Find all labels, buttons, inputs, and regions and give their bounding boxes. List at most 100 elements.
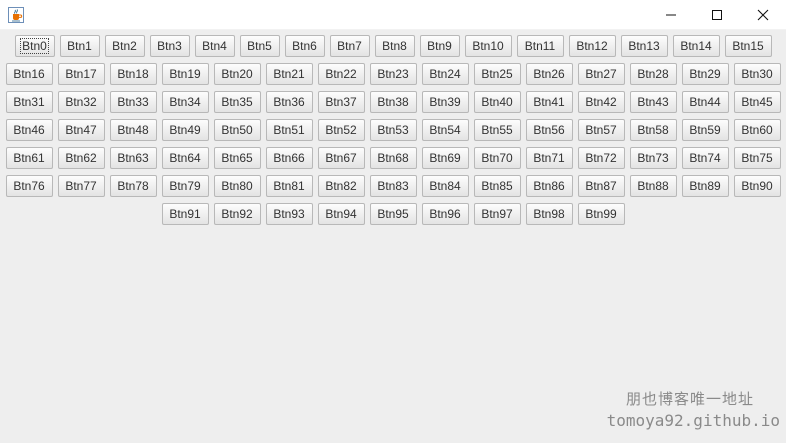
button-btn97[interactable]: Btn97 — [473, 203, 521, 225]
button-btn51[interactable]: Btn51 — [265, 119, 313, 141]
button-btn24[interactable]: Btn24 — [421, 63, 469, 85]
button-btn8[interactable]: Btn8 — [374, 35, 415, 57]
button-btn72[interactable]: Btn72 — [577, 147, 625, 169]
button-btn45[interactable]: Btn45 — [733, 91, 781, 113]
button-btn32[interactable]: Btn32 — [57, 91, 105, 113]
button-btn21[interactable]: Btn21 — [265, 63, 313, 85]
button-btn81[interactable]: Btn81 — [265, 175, 313, 197]
button-btn12[interactable]: Btn12 — [568, 35, 616, 57]
button-btn6[interactable]: Btn6 — [284, 35, 325, 57]
button-btn96[interactable]: Btn96 — [421, 203, 469, 225]
button-btn15[interactable]: Btn15 — [724, 35, 772, 57]
button-btn78[interactable]: Btn78 — [109, 175, 157, 197]
button-btn62[interactable]: Btn62 — [57, 147, 105, 169]
button-btn53[interactable]: Btn53 — [369, 119, 417, 141]
button-btn55[interactable]: Btn55 — [473, 119, 521, 141]
button-btn71[interactable]: Btn71 — [525, 147, 573, 169]
button-btn46[interactable]: Btn46 — [5, 119, 53, 141]
button-btn98[interactable]: Btn98 — [525, 203, 573, 225]
button-btn84[interactable]: Btn84 — [421, 175, 469, 197]
button-btn17[interactable]: Btn17 — [57, 63, 105, 85]
button-btn90[interactable]: Btn90 — [733, 175, 781, 197]
button-btn85[interactable]: Btn85 — [473, 175, 521, 197]
button-btn43[interactable]: Btn43 — [629, 91, 677, 113]
button-btn89[interactable]: Btn89 — [681, 175, 729, 197]
button-btn14[interactable]: Btn14 — [672, 35, 720, 57]
button-btn19[interactable]: Btn19 — [161, 63, 209, 85]
button-btn35[interactable]: Btn35 — [213, 91, 261, 113]
button-btn68[interactable]: Btn68 — [369, 147, 417, 169]
button-btn31[interactable]: Btn31 — [5, 91, 53, 113]
button-btn54[interactable]: Btn54 — [421, 119, 469, 141]
button-btn70[interactable]: Btn70 — [473, 147, 521, 169]
button-btn29[interactable]: Btn29 — [681, 63, 729, 85]
button-btn63[interactable]: Btn63 — [109, 147, 157, 169]
button-btn7[interactable]: Btn7 — [329, 35, 370, 57]
button-btn25[interactable]: Btn25 — [473, 63, 521, 85]
close-button[interactable] — [740, 0, 786, 30]
button-btn10[interactable]: Btn10 — [464, 35, 512, 57]
button-btn94[interactable]: Btn94 — [317, 203, 365, 225]
button-btn39[interactable]: Btn39 — [421, 91, 469, 113]
button-btn73[interactable]: Btn73 — [629, 147, 677, 169]
button-btn83[interactable]: Btn83 — [369, 175, 417, 197]
button-btn4[interactable]: Btn4 — [194, 35, 235, 57]
button-btn28[interactable]: Btn28 — [629, 63, 677, 85]
button-btn44[interactable]: Btn44 — [681, 91, 729, 113]
button-btn2[interactable]: Btn2 — [104, 35, 145, 57]
button-btn20[interactable]: Btn20 — [213, 63, 261, 85]
button-btn48[interactable]: Btn48 — [109, 119, 157, 141]
button-btn56[interactable]: Btn56 — [525, 119, 573, 141]
button-btn33[interactable]: Btn33 — [109, 91, 157, 113]
button-btn27[interactable]: Btn27 — [577, 63, 625, 85]
button-btn30[interactable]: Btn30 — [733, 63, 781, 85]
button-btn95[interactable]: Btn95 — [369, 203, 417, 225]
button-btn61[interactable]: Btn61 — [5, 147, 53, 169]
button-btn80[interactable]: Btn80 — [213, 175, 261, 197]
minimize-button[interactable] — [648, 0, 694, 30]
button-btn74[interactable]: Btn74 — [681, 147, 729, 169]
button-btn18[interactable]: Btn18 — [109, 63, 157, 85]
java-cup-icon[interactable] — [8, 6, 24, 23]
button-btn13[interactable]: Btn13 — [620, 35, 668, 57]
button-btn52[interactable]: Btn52 — [317, 119, 365, 141]
button-btn87[interactable]: Btn87 — [577, 175, 625, 197]
button-btn92[interactable]: Btn92 — [213, 203, 261, 225]
button-btn82[interactable]: Btn82 — [317, 175, 365, 197]
button-btn76[interactable]: Btn76 — [5, 175, 53, 197]
button-btn5[interactable]: Btn5 — [239, 35, 280, 57]
button-btn42[interactable]: Btn42 — [577, 91, 625, 113]
button-btn58[interactable]: Btn58 — [629, 119, 677, 141]
button-btn16[interactable]: Btn16 — [5, 63, 53, 85]
button-btn69[interactable]: Btn69 — [421, 147, 469, 169]
button-btn93[interactable]: Btn93 — [265, 203, 313, 225]
button-btn65[interactable]: Btn65 — [213, 147, 261, 169]
button-btn86[interactable]: Btn86 — [525, 175, 573, 197]
maximize-button[interactable] — [694, 0, 740, 30]
button-btn75[interactable]: Btn75 — [733, 147, 781, 169]
button-btn57[interactable]: Btn57 — [577, 119, 625, 141]
button-btn66[interactable]: Btn66 — [265, 147, 313, 169]
button-btn79[interactable]: Btn79 — [161, 175, 209, 197]
button-btn0[interactable]: Btn0 — [14, 35, 55, 57]
button-btn49[interactable]: Btn49 — [161, 119, 209, 141]
button-btn50[interactable]: Btn50 — [213, 119, 261, 141]
button-btn38[interactable]: Btn38 — [369, 91, 417, 113]
button-btn26[interactable]: Btn26 — [525, 63, 573, 85]
button-btn37[interactable]: Btn37 — [317, 91, 365, 113]
button-btn59[interactable]: Btn59 — [681, 119, 729, 141]
button-btn99[interactable]: Btn99 — [577, 203, 625, 225]
button-btn1[interactable]: Btn1 — [59, 35, 100, 57]
button-btn11[interactable]: Btn11 — [516, 35, 564, 57]
button-btn41[interactable]: Btn41 — [525, 91, 573, 113]
button-btn22[interactable]: Btn22 — [317, 63, 365, 85]
button-btn88[interactable]: Btn88 — [629, 175, 677, 197]
button-btn3[interactable]: Btn3 — [149, 35, 190, 57]
button-btn60[interactable]: Btn60 — [733, 119, 781, 141]
button-btn77[interactable]: Btn77 — [57, 175, 105, 197]
button-btn64[interactable]: Btn64 — [161, 147, 209, 169]
button-btn36[interactable]: Btn36 — [265, 91, 313, 113]
button-btn91[interactable]: Btn91 — [161, 203, 209, 225]
button-btn47[interactable]: Btn47 — [57, 119, 105, 141]
button-btn34[interactable]: Btn34 — [161, 91, 209, 113]
